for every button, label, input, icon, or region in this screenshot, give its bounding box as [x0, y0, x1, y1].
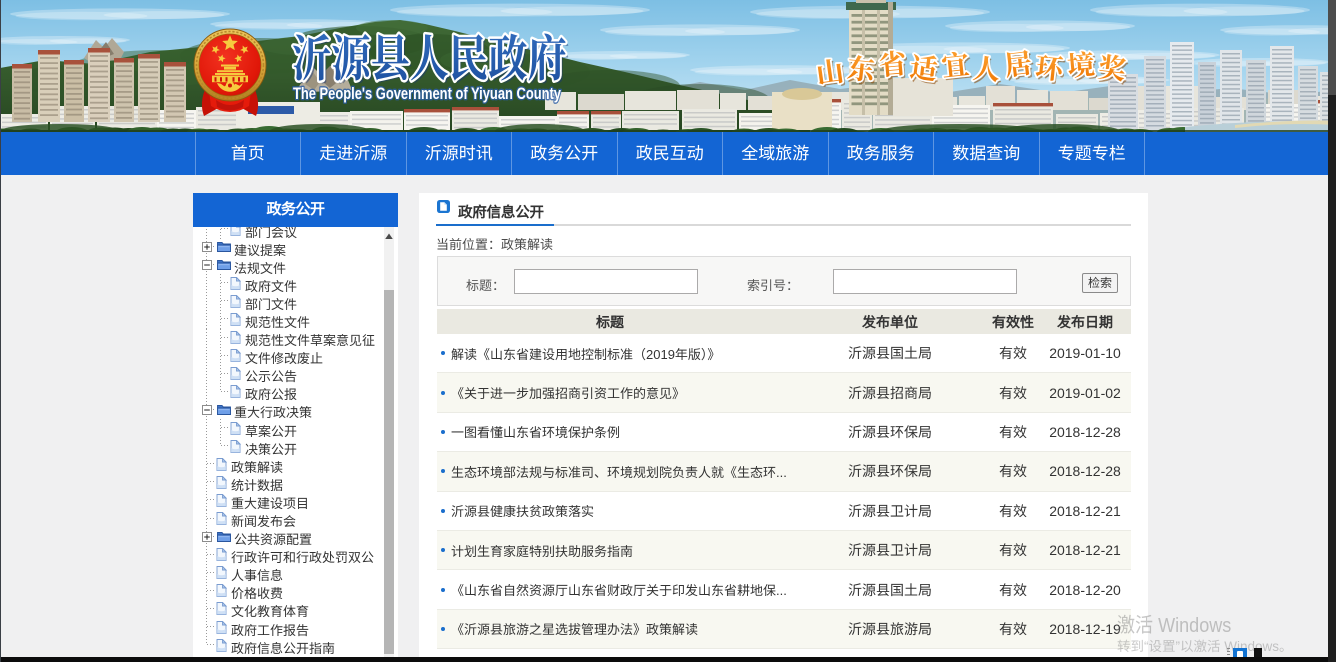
- svg-text:山: 山: [813, 48, 846, 91]
- svg-text:适: 适: [908, 44, 940, 87]
- svg-text:境: 境: [1065, 42, 1096, 84]
- svg-text:人: 人: [971, 46, 1002, 88]
- svg-text:宜: 宜: [939, 42, 971, 85]
- svg-text:省: 省: [877, 41, 909, 83]
- svg-text:奖: 奖: [1096, 44, 1128, 87]
- svg-text:沂源县人民政府: 沂源县人民政府: [292, 18, 567, 90]
- svg-text:居: 居: [1002, 40, 1034, 83]
- svg-text:The People's Government of Yiy: The People's Government of Yiyuan County: [293, 84, 561, 103]
